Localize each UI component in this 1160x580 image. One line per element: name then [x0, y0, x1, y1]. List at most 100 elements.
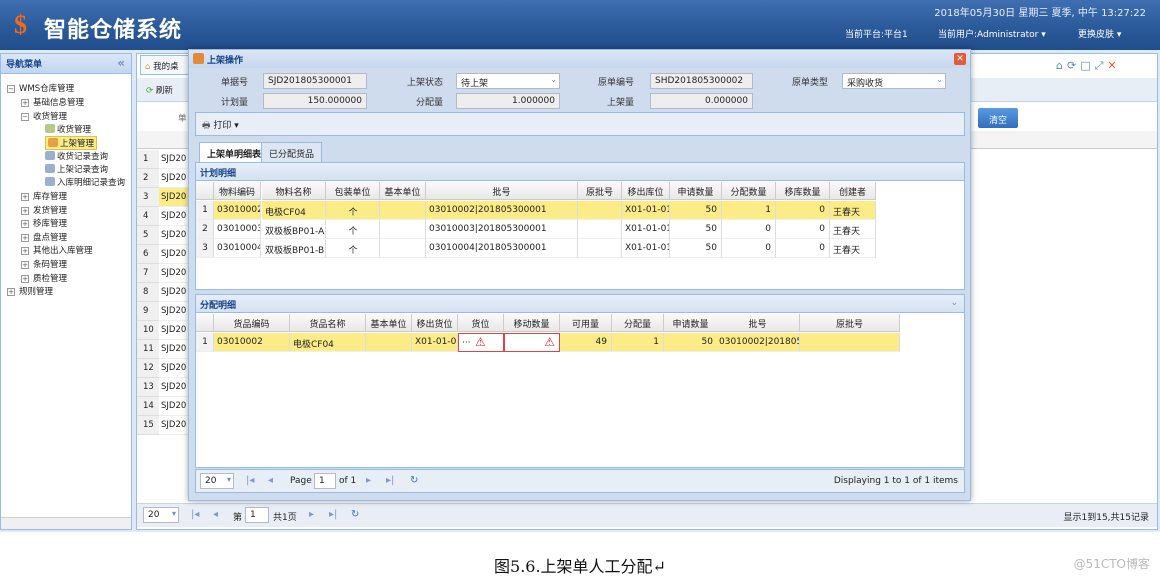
clear-button[interactable]: 清空	[978, 108, 1018, 128]
table-cell[interactable]: 0	[776, 201, 830, 220]
tree-barcode[interactable]: + 条码管理	[21, 258, 67, 270]
table-row[interactable]: SJD20	[159, 188, 189, 207]
last-page-icon[interactable]: ▸|	[329, 509, 337, 520]
column-header[interactable]: 申请数量	[664, 314, 718, 332]
main-page-size[interactable]: 20 ▾	[143, 507, 179, 523]
shelf-field[interactable]: 0.000000	[650, 93, 753, 109]
table-cell[interactable]: 个	[326, 239, 380, 258]
column-header[interactable]: 原批号	[578, 182, 622, 200]
status-select[interactable]: 待上架 ⌄	[456, 73, 560, 89]
column-header[interactable]: 基本单位	[380, 182, 426, 200]
table-row[interactable]: SJD20	[159, 302, 189, 321]
table-cell[interactable]: 50	[670, 201, 722, 220]
table-cell[interactable]: 王春天	[830, 201, 876, 220]
table-cell[interactable]: X01-01-01	[412, 333, 458, 352]
table-row[interactable]: SJD20	[159, 245, 189, 264]
table-row[interactable]: SJD20	[159, 207, 189, 226]
table-cell[interactable]: 0	[722, 239, 776, 258]
column-header[interactable]: 申请数量	[670, 182, 722, 200]
table-row[interactable]: SJD20	[159, 150, 189, 169]
table-cell[interactable]: ⚠	[504, 333, 560, 352]
table-cell[interactable]: 03010004|201805300001	[426, 239, 578, 258]
table-cell[interactable]: X01-01-01	[622, 239, 670, 258]
table-cell[interactable]	[578, 201, 622, 220]
table-cell[interactable]: 03010002	[214, 201, 261, 220]
column-header[interactable]: 分配数量	[722, 182, 776, 200]
tree-rules[interactable]: + 规则管理	[7, 285, 53, 297]
plan-field[interactable]: 150.000000	[263, 93, 367, 109]
table-cell[interactable]: 03010002|201805300001	[426, 201, 578, 220]
table-cell[interactable]: 50	[670, 239, 722, 258]
collapse-icon[interactable]: ⌄	[950, 298, 958, 308]
table-cell[interactable]	[366, 333, 412, 352]
table-row[interactable]: SJD20	[159, 226, 189, 245]
table-cell[interactable]: 03010002	[214, 333, 290, 352]
table-cell[interactable]	[800, 333, 900, 352]
tree-qc[interactable]: + 质检管理	[21, 272, 67, 284]
column-header[interactable]: 批号	[426, 182, 578, 200]
print-button[interactable]: 🖶 打印 ▾	[202, 118, 239, 134]
tree-count[interactable]: + 盘点管理	[21, 231, 67, 243]
tree-shelf-mgmt[interactable]: 上架管理	[45, 136, 98, 150]
table-row[interactable]: SJD20	[159, 283, 189, 302]
table-cell[interactable]: 个	[326, 201, 380, 220]
table-cell[interactable]: 0	[776, 220, 830, 239]
main-page-input[interactable]: 1	[245, 507, 269, 523]
user-menu[interactable]: 当前用户:Administrator ▾	[938, 27, 1046, 40]
tree-inbound-query[interactable]: 入库明细记录查询	[45, 176, 125, 188]
skin-menu[interactable]: 更换皮肤 ▾	[1078, 27, 1121, 40]
tree-receive-mgmt[interactable]: 收货管理	[45, 123, 91, 135]
table-cell[interactable]: 1	[612, 333, 664, 352]
table-cell[interactable]: 03010003|201805300001	[426, 220, 578, 239]
table-cell[interactable]: 50	[670, 220, 722, 239]
tab-allocated[interactable]: 已分配货品	[261, 142, 323, 162]
tab-desktop[interactable]: ⌂ 我的桌	[140, 55, 195, 75]
page-input[interactable]: 1	[314, 473, 336, 489]
table-cell[interactable]	[578, 220, 622, 239]
table-cell[interactable]	[578, 239, 622, 258]
column-header[interactable]: 移动数量	[504, 314, 560, 332]
table-cell[interactable]: 1	[722, 201, 776, 220]
table-cell[interactable]: 个	[326, 220, 380, 239]
table-cell[interactable]: X01-01-01	[622, 220, 670, 239]
column-header[interactable]: 移出货位	[412, 314, 458, 332]
column-header[interactable]: 货品编码	[214, 314, 290, 332]
table-row[interactable]: SJD20	[159, 359, 189, 378]
table-cell[interactable]	[380, 239, 426, 258]
table-cell[interactable]: 王春天	[830, 239, 876, 258]
page-size-select[interactable]: 20 ▾	[200, 473, 234, 489]
table-cell[interactable]	[380, 201, 426, 220]
table-cell[interactable]: 50	[664, 333, 718, 352]
table-cell[interactable]: 王春天	[830, 220, 876, 239]
column-header[interactable]: 可用量	[560, 314, 612, 332]
alloc-field[interactable]: 1.000000	[456, 93, 560, 109]
table-cell[interactable]: ··· ⚠	[458, 333, 504, 352]
next-page-icon[interactable]: ▸	[366, 475, 371, 486]
table-row[interactable]: SJD20	[159, 340, 189, 359]
column-header[interactable]: 原批号	[800, 314, 900, 332]
platform-link[interactable]: 当前平台:平台1	[845, 27, 908, 40]
column-header[interactable]: 移出库位	[622, 182, 670, 200]
reload-icon[interactable]: ↻	[351, 509, 359, 520]
prev-page-icon[interactable]: ◂	[213, 509, 218, 520]
table-cell[interactable]: 03010003	[214, 220, 261, 239]
column-header[interactable]: 创建者	[830, 182, 876, 200]
close-icon[interactable]: ✕	[954, 53, 966, 65]
table-row[interactable]: SJD20	[159, 264, 189, 283]
table-cell[interactable]: 03010002|20180530000	[716, 333, 800, 352]
tree-stock[interactable]: + 库存管理	[21, 190, 67, 202]
column-header[interactable]: 基本单位	[366, 314, 412, 332]
column-header[interactable]: 移库数量	[776, 182, 830, 200]
table-cell[interactable]: 0	[722, 220, 776, 239]
tree-other[interactable]: + 其他出入库管理	[21, 244, 93, 256]
column-header[interactable]: 分配量	[612, 314, 664, 332]
column-header[interactable]	[196, 314, 214, 332]
next-page-icon[interactable]: ▸	[309, 509, 314, 520]
column-header[interactable]: 物料编码	[214, 182, 261, 200]
prev-page-icon[interactable]: ◂	[268, 475, 273, 486]
table-row[interactable]: SJD20	[159, 378, 189, 397]
window-tools-icon[interactable]: ⌂⟳□⤢✕	[1056, 59, 1121, 73]
column-header[interactable]: 批号	[716, 314, 800, 332]
src-type-select[interactable]: 采购收货 ⌄	[842, 73, 946, 89]
src-no-field[interactable]: SHD201805300002	[650, 73, 753, 89]
